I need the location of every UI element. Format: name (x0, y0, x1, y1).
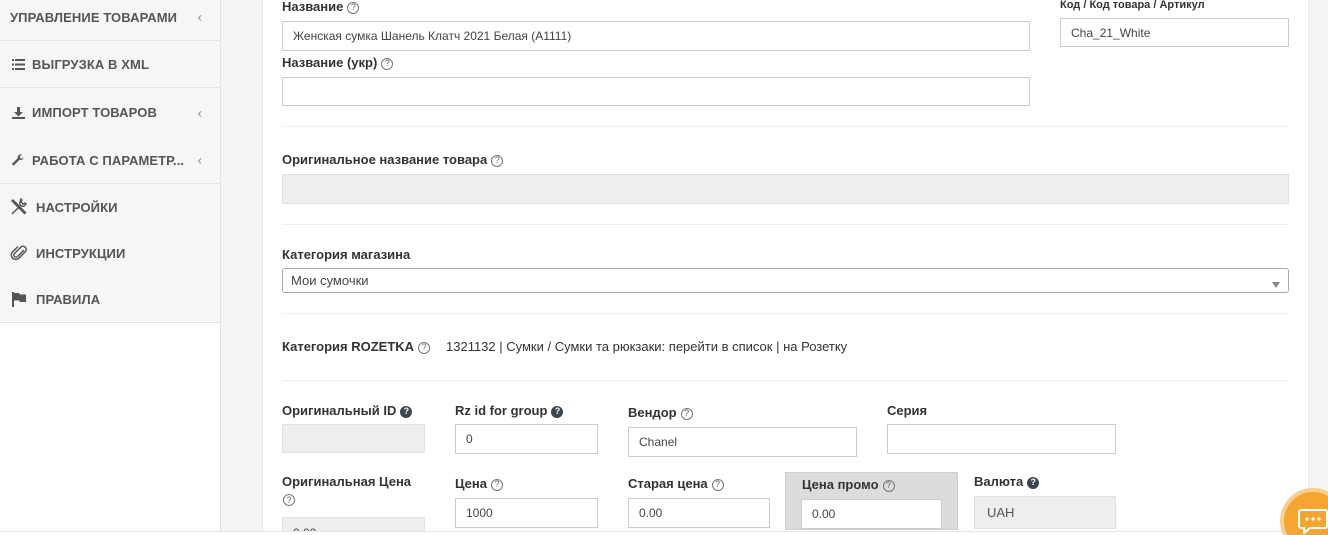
bottom-edge (0, 531, 1328, 535)
help-icon[interactable]: ? (347, 1, 360, 14)
content-gutter (221, 0, 262, 535)
sidebar-item-xml-export[interactable]: ВЫГРУЗКА В XML (0, 41, 220, 88)
help-icon[interactable]: ? (283, 494, 295, 506)
original-name-label: Оригинальное название товара? (282, 152, 504, 167)
vendor-input[interactable]: Chanel (628, 427, 857, 457)
list-icon (8, 58, 28, 70)
name-label: Название? (282, 0, 360, 14)
tools-icon (8, 198, 30, 216)
sidebar-item-label: ИНСТРУКЦИИ (36, 245, 126, 261)
chevron-left-icon: ‹ (197, 152, 202, 168)
rozetka-category-value[interactable]: 1321132 | Сумки / Сумки та рюкзаки: пере… (446, 339, 847, 354)
old-price-input[interactable]: 0.00 (628, 498, 770, 528)
name-input[interactable]: Женская сумка Шанель Клатч 2021 Белая (A… (282, 21, 1030, 51)
original-id-field (282, 424, 425, 453)
sidebar-item-instructions[interactable]: ИНСТРУКЦИИ (0, 230, 220, 277)
flag-icon (8, 291, 30, 307)
sidebar-item-product-management[interactable]: УПРАВЛЕНИЕ ТОВАРАМИ ‹ (0, 0, 220, 41)
sidebar-item-label: ИМПОРТ ТОВАРОВ (32, 105, 157, 120)
name-ukr-label: Название (укр)? (282, 55, 394, 70)
help-icon[interactable]: ? (400, 405, 413, 418)
divider (282, 380, 1289, 381)
help-icon[interactable]: ? (680, 407, 693, 420)
help-icon[interactable]: ? (491, 154, 504, 167)
help-icon[interactable]: ? (490, 478, 503, 491)
sidebar-item-label: ПРАВИЛА (36, 291, 101, 307)
promo-price-label: Цена промо? (802, 477, 895, 492)
paperclip-icon (8, 244, 30, 262)
divider (282, 313, 1289, 314)
code-label: Код / Код товара / Артикул (1060, 0, 1205, 11)
name-ukr-input[interactable] (282, 77, 1030, 106)
wrench-icon (8, 153, 28, 167)
sidebar-item-label: РАБОТА С ПАРАМЕТР... (32, 152, 185, 168)
chevron-left-icon: ‹ (197, 105, 202, 120)
content-gutter-right (1309, 0, 1328, 535)
sidebar-item-label: НАСТРОЙКИ (36, 199, 118, 215)
currency-field: UAH (974, 496, 1116, 529)
price-label: Цена? (455, 476, 503, 491)
help-icon[interactable]: ? (1027, 476, 1040, 489)
original-name-field (282, 174, 1289, 204)
divider (282, 224, 1289, 225)
price-input[interactable]: 1000 (455, 498, 598, 528)
dropdown-arrow-icon (1272, 276, 1280, 291)
help-icon[interactable]: ? (711, 478, 724, 491)
sidebar-item-label: ВЫГРУЗКА В XML (32, 56, 149, 72)
sidebar-item-import[interactable]: ИМПОРТ ТОВАРОВ ‹ (0, 88, 220, 138)
vendor-label: Вендор? (628, 405, 693, 420)
code-input[interactable]: Cha_21_White (1060, 18, 1289, 47)
chevron-left-icon: ‹ (197, 9, 202, 25)
download-icon (8, 106, 28, 119)
sidebar-item-parameters[interactable]: РАБОТА С ПАРАМЕТР... ‹ (0, 137, 220, 184)
sidebar-item-rules[interactable]: ПРАВИЛА (0, 276, 220, 323)
rz-group-label: Rz id for group? (455, 403, 564, 418)
help-icon[interactable]: ? (418, 341, 431, 354)
chat-icon (1298, 509, 1328, 535)
sidebar-item-label: УПРАВЛЕНИЕ ТОВАРАМИ (10, 9, 178, 25)
series-label: Серия (887, 403, 928, 418)
currency-label: Валюта? (974, 474, 1040, 489)
series-input[interactable] (887, 424, 1116, 454)
sidebar: УПРАВЛЕНИЕ ТОВАРАМИ ‹ ВЫГРУЗКА В XML ИМП… (0, 0, 221, 535)
shop-category-select[interactable]: Мои сумочки (282, 268, 1289, 293)
divider (282, 126, 1289, 127)
old-price-label: Старая цена? (628, 476, 724, 491)
help-icon[interactable]: ? (882, 479, 895, 492)
sidebar-item-settings[interactable]: НАСТРОЙКИ (0, 184, 220, 231)
original-id-label: Оригинальный ID? (282, 403, 413, 418)
shop-category-label: Категория магазина (282, 247, 411, 262)
rozetka-category-label: Категория ROZETKA? (282, 339, 431, 354)
original-price-label: Оригинальная Цена (282, 474, 412, 489)
rz-group-input[interactable]: 0 (455, 424, 598, 454)
help-icon[interactable]: ? (381, 57, 394, 70)
promo-price-input[interactable]: 0.00 (801, 499, 942, 529)
help-icon[interactable]: ? (551, 405, 564, 418)
